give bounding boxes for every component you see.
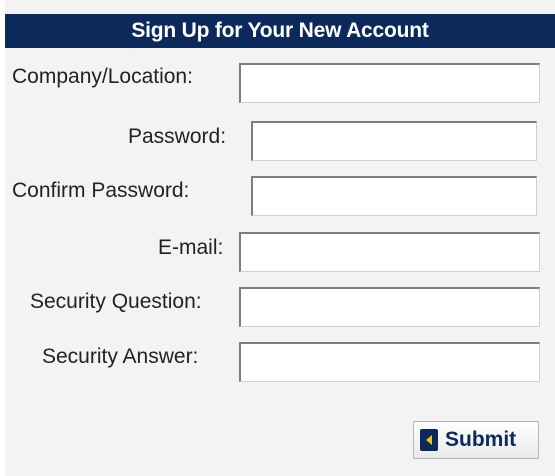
- company-location-input[interactable]: [239, 63, 540, 103]
- password-label: Password:: [128, 125, 227, 148]
- email-label: E-mail:: [158, 236, 224, 259]
- password-input[interactable]: [251, 121, 537, 161]
- submit-button[interactable]: Submit: [413, 421, 539, 459]
- signup-form: Sign Up for Your New Account Company/Loc…: [5, 0, 555, 476]
- company-location-label: Company/Location:: [12, 65, 193, 88]
- confirm-password-label: Confirm Password:: [12, 179, 190, 202]
- email-input[interactable]: [239, 232, 540, 272]
- security-question-label: Security Question:: [30, 290, 202, 313]
- security-question-input[interactable]: [239, 287, 540, 327]
- security-answer-label: Security Answer:: [42, 345, 199, 368]
- security-answer-input[interactable]: [239, 342, 540, 382]
- submit-label: Submit: [445, 428, 517, 451]
- confirm-password-input[interactable]: [251, 176, 537, 216]
- form-title: Sign Up for Your New Account: [5, 14, 555, 48]
- chevron-left-icon: [420, 429, 438, 451]
